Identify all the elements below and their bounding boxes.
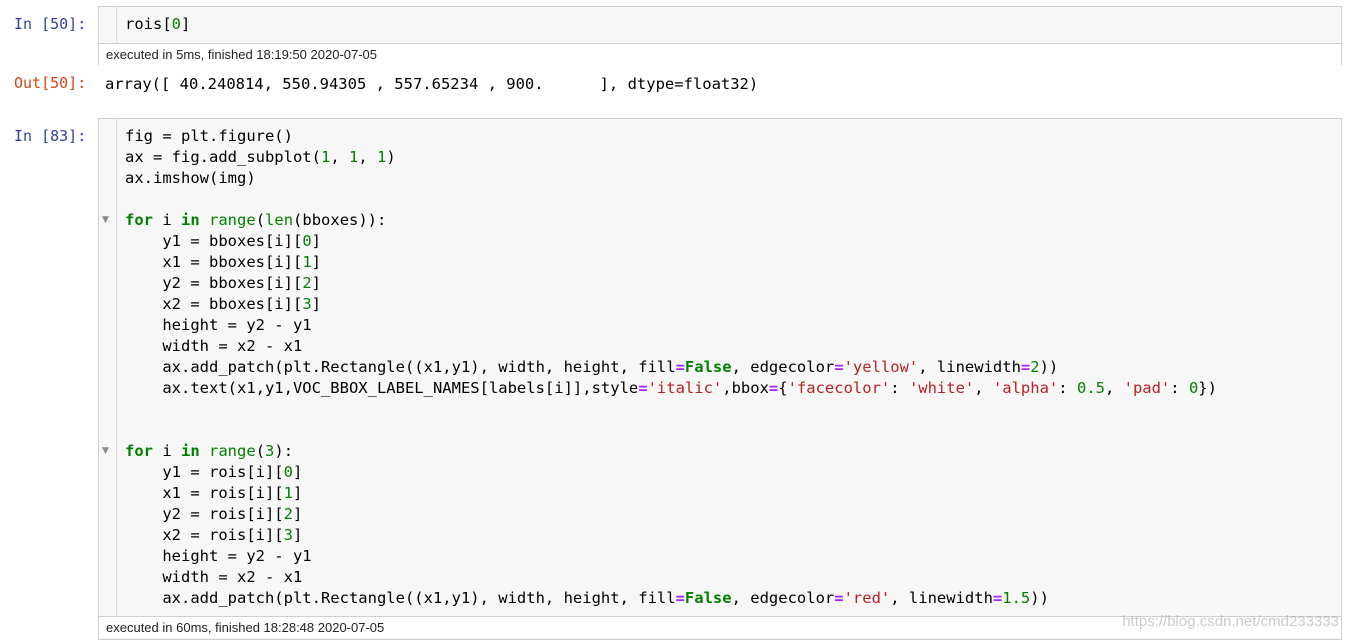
output-prompt-50: Out[50]:	[14, 74, 87, 92]
code-cell-83[interactable]: fig = plt.figure() ax = fig.add_subplot(1…	[98, 118, 1342, 640]
code-line[interactable]: ax.add_patch(plt.Rectangle((x1,y1), widt…	[125, 588, 1049, 609]
collapse-triangle-icon[interactable]: ▼	[102, 215, 109, 225]
execution-status: executed in 5ms, finished 18:19:50 2020-…	[99, 43, 1341, 65]
code-line[interactable]: width = x2 - x1	[125, 336, 302, 357]
code-line[interactable]: y1 = bboxes[i][0]	[125, 231, 321, 252]
code-line[interactable]: rois[0]	[125, 14, 190, 35]
code-line[interactable]: height = y2 - y1	[125, 315, 311, 336]
code-line[interactable]: ax.text(x1,y1,VOC_BBOX_LABEL_NAMES[label…	[125, 378, 1217, 399]
watermark-text: https://blog.csdn.net/cmd233333	[1122, 613, 1339, 630]
code-line[interactable]: for i in range(len(bboxes)):	[125, 210, 386, 231]
code-line[interactable]: x1 = rois[i][1]	[125, 483, 302, 504]
code-line[interactable]: fig = plt.figure()	[125, 126, 293, 147]
input-prompt-83: In [83]:	[14, 127, 87, 145]
code-line[interactable]: ax = fig.add_subplot(1, 1, 1)	[125, 147, 396, 168]
gutter-rule	[116, 7, 117, 43]
code-line[interactable]: y2 = bboxes[i][2]	[125, 273, 321, 294]
input-prompt-50: In [50]:	[14, 15, 87, 33]
code-line[interactable]: y2 = rois[i][2]	[125, 504, 302, 525]
gutter-rule	[116, 119, 117, 616]
code-line[interactable]: for i in range(3):	[125, 441, 293, 462]
code-cell-50[interactable]: rois[0] executed in 5ms, finished 18:19:…	[98, 6, 1342, 65]
code-line[interactable]: ax.imshow(img)	[125, 168, 256, 189]
output-text: array([ 40.240814, 550.94305 , 557.65234…	[105, 75, 759, 93]
code-line[interactable]: x1 = bboxes[i][1]	[125, 252, 321, 273]
code-line[interactable]: ax.add_patch(plt.Rectangle((x1,y1), widt…	[125, 357, 1058, 378]
code-line[interactable]: x2 = bboxes[i][3]	[125, 294, 321, 315]
code-line[interactable]: y1 = rois[i][0]	[125, 462, 302, 483]
code-line[interactable]: height = y2 - y1	[125, 546, 311, 567]
code-line[interactable]: x2 = rois[i][3]	[125, 525, 302, 546]
collapse-triangle-icon[interactable]: ▼	[102, 446, 109, 456]
code-line[interactable]: width = x2 - x1	[125, 567, 302, 588]
